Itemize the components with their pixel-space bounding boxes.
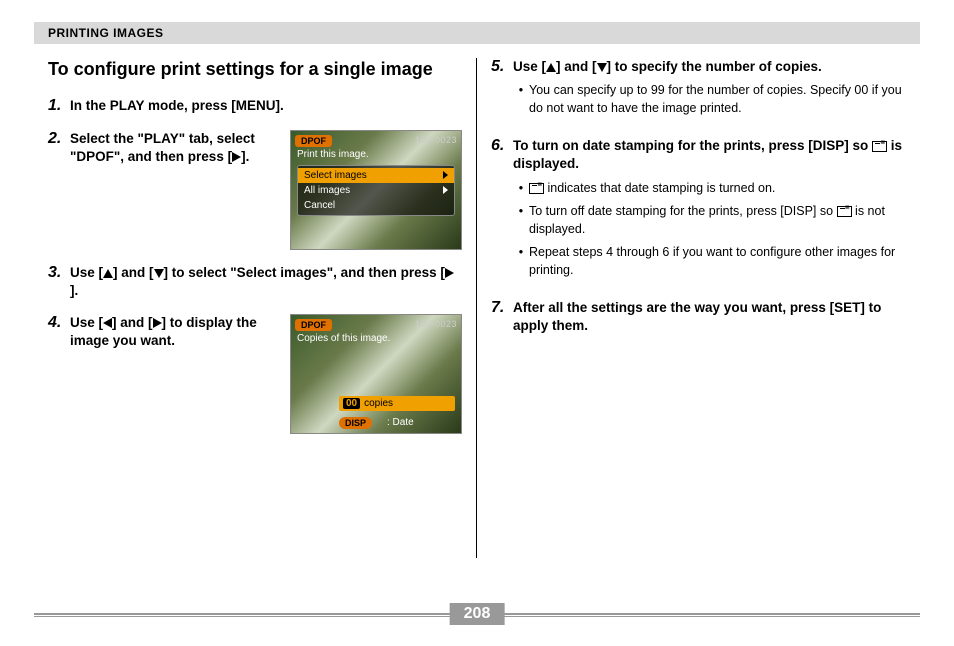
step-4: 4. Use [] and [] to display the image yo… [48,314,462,434]
step-2: 2. Select the "PLAY" tab, select "DPOF",… [48,130,462,250]
step-7: 7. After all the settings are the way yo… [491,299,906,335]
page-footer: 208 [34,606,920,624]
date-stamp-icon [837,206,852,217]
step-number: 5. [491,58,513,123]
step-1: 1. In the PLAY mode, press [MENU]. [48,97,462,115]
step-5: 5. Use [] and [] to specify the number o… [491,58,906,123]
down-arrow-icon [154,269,164,278]
copies-label: copies [364,398,393,409]
step-number: 4. [48,314,70,434]
cam-menu-item: All images [298,183,454,198]
dpof-tag: DPOF [295,135,332,147]
step-number: 1. [48,97,70,115]
dpof-tag: DPOF [295,319,332,331]
up-arrow-icon [546,63,556,72]
step-number: 3. [48,264,70,300]
step-text: Use [] and [] to select "Select images",… [70,264,462,300]
bullet-item: •To turn off date stamping for the print… [513,203,906,238]
step-6: 6. To turn on date stamping for the prin… [491,137,906,285]
chevron-right-icon [443,171,448,179]
down-arrow-icon [597,63,607,72]
cam-menu-item: Cancel [298,198,454,213]
date-stamp-icon [529,183,544,194]
date-label: : Date [387,417,414,428]
left-column: To configure print settings for a single… [34,58,477,558]
step-number: 2. [48,130,70,250]
frame-number: 100-0023 [415,135,457,145]
copies-bar: 00 copies [339,396,455,411]
right-arrow-icon [232,152,241,162]
step-text: After all the settings are the way you w… [513,299,906,335]
section-title: To configure print settings for a single… [48,58,462,81]
chevron-right-icon [443,186,448,194]
step-text: Use [] and [] to display the image you w… [70,314,278,350]
section-header-text: PRINTING IMAGES [48,26,164,40]
step-3: 3. Use [] and [] to select "Select image… [48,264,462,300]
up-arrow-icon [103,269,113,278]
cam-menu-item-selected: Select images [298,168,454,183]
bullet-item: •Repeat steps 4 through 6 if you want to… [513,244,906,279]
copies-count: 00 [343,398,360,409]
step-text: Use [] and [] to specify the number of c… [513,58,906,76]
step-text: In the PLAY mode, press [MENU]. [70,97,462,115]
disp-button-label: DISP [339,417,372,429]
bullet-item: •You can specify up to 99 for the number… [513,82,906,117]
cam-title: Copies of this image. [297,333,455,344]
right-column: 5. Use [] and [] to specify the number o… [477,58,920,558]
right-arrow-icon [445,268,454,278]
step-text: To turn on date stamping for the prints,… [513,137,906,173]
page-number: 208 [450,603,505,625]
left-arrow-icon [103,318,112,328]
step-number: 6. [491,137,513,285]
section-header: PRINTING IMAGES [34,22,920,44]
step-text: Select the "PLAY" tab, select "DPOF", an… [70,130,278,166]
cam-menu: Select images All images Cancel [297,165,455,216]
date-stamp-icon [872,141,887,152]
frame-number: 100-0023 [415,319,457,329]
camera-screenshot-copies: DPOF 100-0023 Copies of this image. 00 c… [290,314,462,434]
step-number: 7. [491,299,513,335]
cam-title: Print this image. [297,149,455,160]
camera-screenshot-dpof-menu: DPOF 100-0023 Print this image. Select i… [290,130,462,250]
right-arrow-icon [153,318,162,328]
bullet-item: • indicates that date stamping is turned… [513,180,906,198]
